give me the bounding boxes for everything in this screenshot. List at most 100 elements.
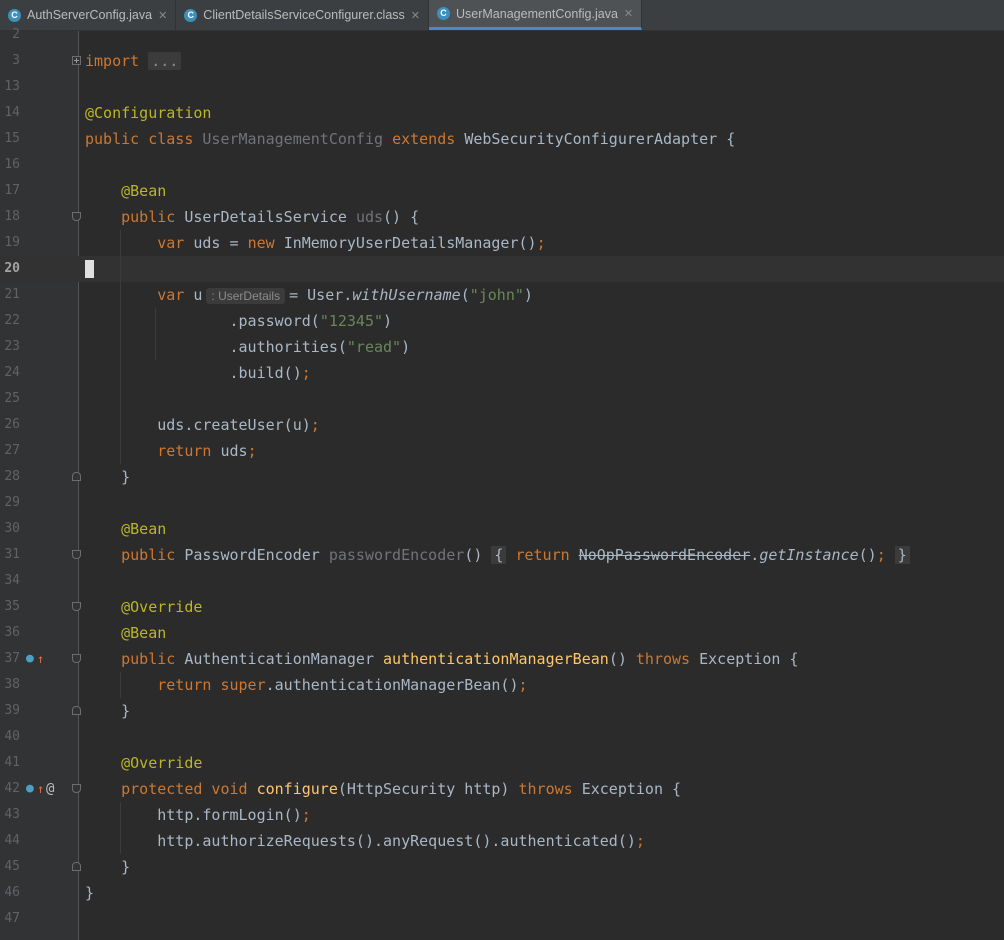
- line-number: 27: [4, 443, 20, 458]
- code-line[interactable]: 18 public UserDetailsService uds() {: [0, 204, 1004, 230]
- line-number: 23: [4, 339, 20, 354]
- close-tab-icon[interactable]: ✕: [411, 9, 420, 22]
- code-line[interactable]: 44 http.authorizeRequests().anyRequest()…: [0, 828, 1004, 854]
- code-line[interactable]: 27 return uds;: [0, 438, 1004, 464]
- code-token: uds =: [193, 234, 248, 252]
- code-token: .: [85, 338, 239, 356]
- code-line[interactable]: 31 public PasswordEncoder passwordEncode…: [0, 542, 1004, 568]
- code-line[interactable]: 40: [0, 724, 1004, 750]
- code-text: .password("12345"): [85, 308, 392, 334]
- close-tab-icon[interactable]: ✕: [624, 7, 633, 20]
- code-line[interactable]: 47: [0, 906, 1004, 932]
- go-to-super-icon[interactable]: ↑: [37, 646, 44, 672]
- line-number: 40: [4, 729, 20, 744]
- line-number: 31: [4, 547, 20, 562]
- fold-toggle-icon[interactable]: [72, 654, 81, 663]
- fold-toggle-icon[interactable]: [72, 706, 81, 715]
- line-number: 39: [4, 703, 20, 718]
- code-token: (): [858, 546, 877, 564]
- code-line[interactable]: 14 @Configuration: [0, 100, 1004, 126]
- code-text: @Bean: [85, 178, 166, 204]
- code-token: PasswordEncoder: [184, 546, 329, 564]
- folded-region[interactable]: ...: [148, 52, 182, 70]
- code-line[interactable]: 46}: [0, 880, 1004, 906]
- code-line[interactable]: 17 @Bean: [0, 178, 1004, 204]
- code-text: @Bean: [85, 620, 166, 646]
- code-token: @Bean: [121, 520, 167, 538]
- line-number: 42: [4, 781, 20, 796]
- code-line[interactable]: 23 .authorities("read"): [0, 334, 1004, 360]
- code-line[interactable]: 28 }: [0, 464, 1004, 490]
- overrides-method-icon[interactable]: ●: [26, 776, 34, 802]
- code-text: }: [85, 880, 94, 906]
- fold-toggle-icon[interactable]: [72, 862, 81, 871]
- line-number: 37: [4, 651, 20, 666]
- code-token: getInstance: [759, 546, 859, 564]
- annotation-marker-icon[interactable]: @: [46, 776, 54, 802]
- folded-brace: {: [491, 546, 507, 564]
- code-line[interactable]: 26 uds.createUser(u);: [0, 412, 1004, 438]
- code-line[interactable]: 3 import ...: [0, 48, 1004, 74]
- code-text: protected void configure(HttpSecurity ht…: [85, 776, 681, 802]
- code-token: u: [193, 286, 203, 304]
- overrides-method-icon[interactable]: ●: [26, 646, 34, 672]
- fold-toggle-icon[interactable]: [72, 602, 81, 611]
- code-line[interactable]: 38 return super.authenticationManagerBea…: [0, 672, 1004, 698]
- code-line[interactable]: 41 @Override: [0, 750, 1004, 776]
- code-line[interactable]: 30 @Bean: [0, 516, 1004, 542]
- code-line[interactable]: 35 @Override: [0, 594, 1004, 620]
- code-line[interactable]: 15 public class UserManagementConfig exte…: [0, 126, 1004, 152]
- fold-toggle-icon[interactable]: [72, 56, 81, 65]
- code-token: authorities(: [238, 338, 347, 356]
- code-token: }: [85, 468, 131, 486]
- line-number: 26: [4, 417, 20, 432]
- line-number: 22: [4, 313, 20, 328]
- code-text: http.authorizeRequests().anyRequest().au…: [85, 828, 645, 854]
- code-line[interactable]: 24 .build();: [0, 360, 1004, 386]
- code-token: password(: [238, 312, 320, 330]
- editor-tab-label: ClientDetailsServiceConfigurer.class: [203, 8, 405, 22]
- code-line[interactable]: 16: [0, 152, 1004, 178]
- code-token: uds.createUser(u): [85, 416, 311, 434]
- code-token: @Configuration: [85, 104, 212, 122]
- code-line[interactable]: 37 ● ↑ public AuthenticationManager authen…: [0, 646, 1004, 672]
- code-token: Exception {: [581, 780, 682, 798]
- close-tab-icon[interactable]: ✕: [158, 9, 167, 22]
- code-line[interactable]: 45 }: [0, 854, 1004, 880]
- code-text: .authorities("read"): [85, 334, 410, 360]
- code-line[interactable]: 43 http.formLogin();: [0, 802, 1004, 828]
- indent-guide: [155, 308, 156, 360]
- fold-toggle-icon[interactable]: [72, 472, 81, 481]
- code-line[interactable]: 34: [0, 568, 1004, 594]
- java-class-icon: C: [437, 7, 450, 20]
- code-token: .: [85, 312, 239, 330]
- code-token: ;: [536, 234, 546, 252]
- code-line[interactable]: 13: [0, 74, 1004, 100]
- code-line[interactable]: 22 .password("12345"): [0, 308, 1004, 334]
- code-line[interactable]: 2: [0, 22, 1004, 48]
- fold-toggle-icon[interactable]: [72, 784, 81, 793]
- line-number: 30: [4, 521, 20, 536]
- code-line[interactable]: 36 @Bean: [0, 620, 1004, 646]
- code-token: "john": [469, 286, 524, 304]
- code-line[interactable]: 25: [0, 386, 1004, 412]
- fold-toggle-icon[interactable]: [72, 550, 81, 559]
- code-line[interactable]: 29: [0, 490, 1004, 516]
- line-number: 16: [4, 157, 20, 172]
- code-line[interactable]: 21 var u: UserDetails = User.withUsername…: [0, 282, 1004, 308]
- go-to-super-icon[interactable]: ↑: [37, 776, 44, 802]
- code-line[interactable]: 39 }: [0, 698, 1004, 724]
- code-editor[interactable]: 2 3 import ... 13 14 @Configuration 15 public c…: [0, 27, 1004, 940]
- code-token: (: [460, 286, 470, 304]
- fold-toggle-icon[interactable]: [72, 212, 81, 221]
- code-line[interactable]: 19 var uds = new InMemoryUserDetailsMana…: [0, 230, 1004, 256]
- code-token: extends: [392, 130, 465, 148]
- code-line[interactable]: 42 ● ↑ @ protected void configure(HttpSecur…: [0, 776, 1004, 802]
- code-line[interactable]: 20: [0, 256, 1004, 282]
